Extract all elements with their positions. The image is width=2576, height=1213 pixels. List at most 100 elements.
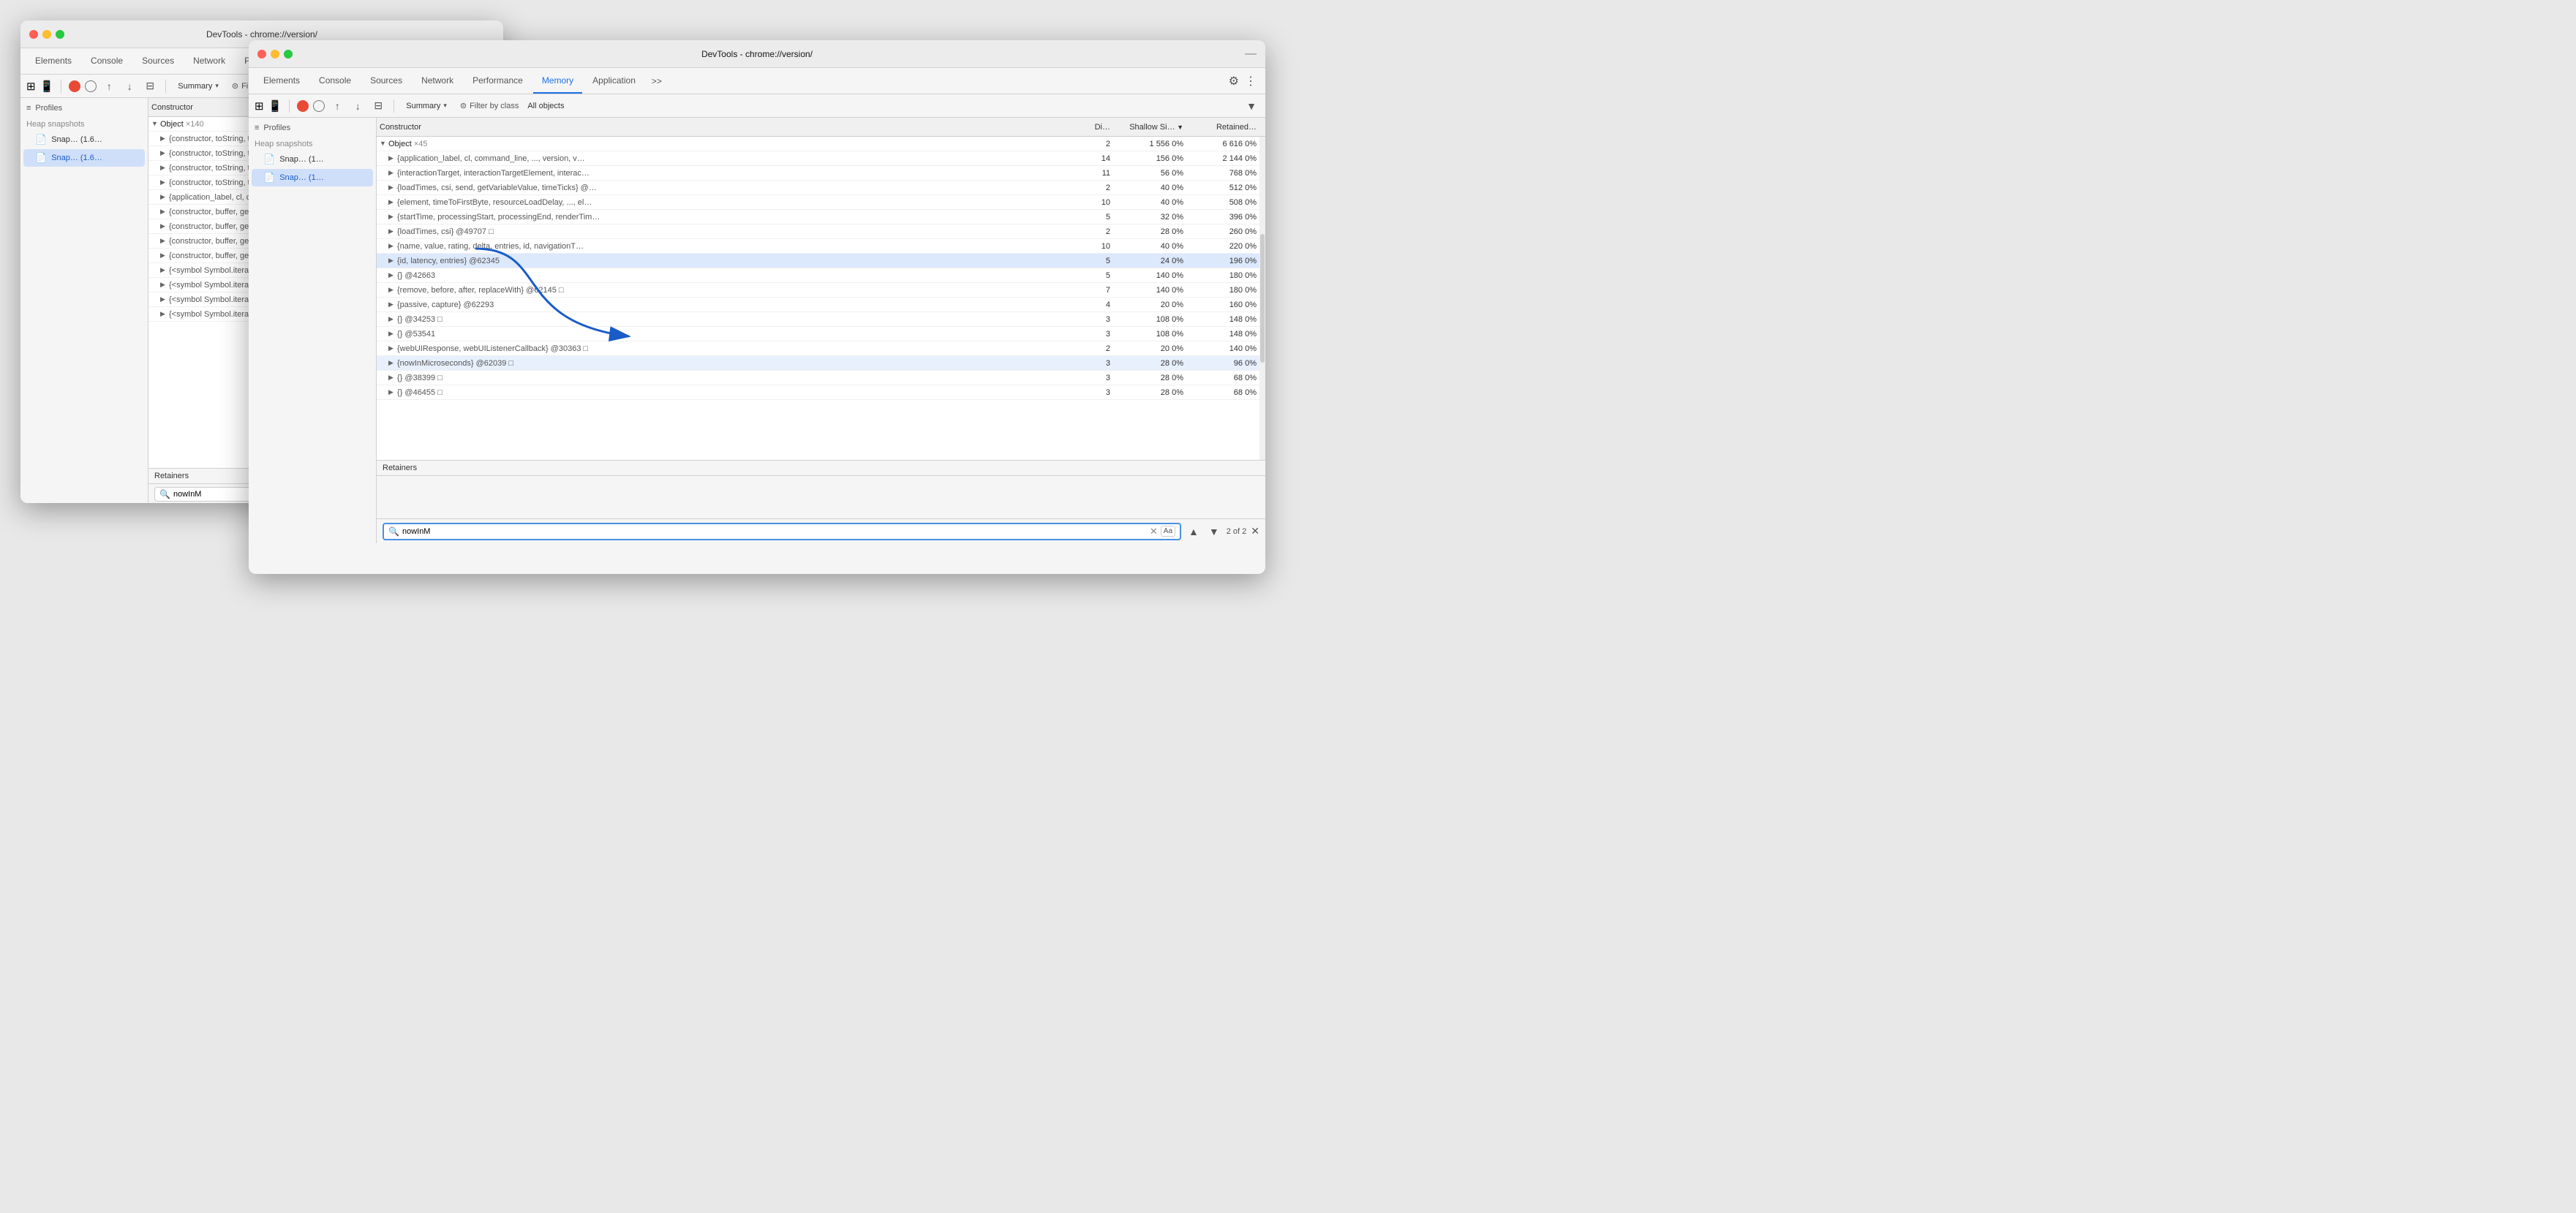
tab-network-1[interactable]: Network [184, 48, 234, 74]
tri-1[interactable] [160, 135, 169, 143]
scrollbar-thumb-2[interactable] [1260, 234, 1265, 363]
stop-button-1[interactable] [69, 80, 80, 92]
match-case-btn-2[interactable]: Aa [1161, 526, 1175, 537]
data-row-12[interactable]: {} @53541 3 108 0% 148 0% [377, 327, 1265, 341]
tab-sources-1[interactable]: Sources [133, 48, 183, 74]
search-prev-btn-2[interactable]: ▲ [1186, 524, 1202, 539]
tri-d6[interactable] [388, 242, 397, 250]
snap1-item-2[interactable]: 📄 Snap… (1… [252, 151, 373, 168]
expand-btn-2[interactable]: ▼ [1243, 98, 1259, 114]
tri-d13[interactable] [388, 344, 397, 352]
data-row-0[interactable]: {application_label, cl, command_line, ..… [377, 151, 1265, 166]
close-search-btn-2[interactable]: ✕ [1251, 525, 1259, 537]
close-button-1[interactable] [29, 30, 38, 39]
data-row-8[interactable]: {} @42663 5 140 0% 180 0% [377, 268, 1265, 283]
tri-7[interactable] [160, 222, 169, 230]
download-btn-1[interactable]: ↓ [121, 78, 138, 94]
close-button-2[interactable] [257, 50, 266, 58]
upload-btn-2[interactable]: ↑ [329, 98, 345, 114]
object-main-row-2[interactable]: Object ×45 2 1 556 0% 6 616 0% [377, 137, 1265, 151]
data-row-10[interactable]: {passive, capture} @62293 4 20 0% 160 0% [377, 298, 1265, 312]
tri-5[interactable] [160, 193, 169, 201]
tri-4[interactable] [160, 178, 169, 186]
device-icon-1[interactable]: 📱 [40, 80, 54, 93]
snap1-item-1[interactable]: 📄 Snap… (1.6… [23, 131, 145, 148]
tri-10[interactable] [160, 266, 169, 274]
data-row-3[interactable]: {element, timeToFirstByte, resourceLoadD… [377, 195, 1265, 210]
maximize-button-2[interactable] [284, 50, 293, 58]
device-icon-2[interactable]: 📱 [268, 99, 282, 113]
all-objects-btn-2[interactable]: All objects [527, 102, 564, 110]
tri-d15[interactable] [388, 374, 397, 382]
data-row-6[interactable]: {name, value, rating, delta, entries, id… [377, 239, 1265, 254]
customize-icon-1[interactable]: ⊞ [26, 80, 36, 93]
tri-d4[interactable] [388, 213, 397, 221]
tri-d11[interactable] [388, 315, 397, 323]
tri-d2[interactable] [388, 184, 397, 192]
tri-3[interactable] [160, 164, 169, 172]
summary-dropdown-2[interactable]: Summary ▾ [402, 100, 451, 112]
tri-d5[interactable] [388, 227, 397, 235]
tab-elements-1[interactable]: Elements [26, 48, 80, 74]
tri-d16[interactable] [388, 388, 397, 396]
tri-d10[interactable] [388, 301, 397, 309]
summary-dropdown-1[interactable]: Summary ▾ [173, 80, 223, 92]
search-input-wrap-2[interactable]: 🔍 ✕ Aa [383, 523, 1181, 540]
maximize-button-1[interactable] [56, 30, 64, 39]
data-row-7[interactable]: {id, latency, entries} @62345 5 24 0% 19… [377, 254, 1265, 268]
tri-d7[interactable] [388, 257, 397, 265]
tri-2[interactable] [160, 149, 169, 157]
tri-d9[interactable] [388, 286, 397, 294]
tri-d3[interactable] [388, 198, 397, 206]
data-row-11[interactable]: {} @34253 □ 3 108 0% 148 0% [377, 312, 1265, 327]
expand-obj-1[interactable] [151, 120, 160, 128]
download-btn-2[interactable]: ↓ [350, 98, 366, 114]
data-row-2[interactable]: {loadTimes, csi, send, getVariableValue,… [377, 181, 1265, 195]
tab-elements-2[interactable]: Elements [255, 68, 309, 94]
tab-console-2[interactable]: Console [310, 68, 360, 94]
upload-btn-1[interactable]: ↑ [101, 78, 117, 94]
minimize-button-2[interactable] [271, 50, 279, 58]
data-row-16[interactable]: {} @46455 □ 3 28 0% 68 0% [377, 385, 1265, 400]
tri-11[interactable] [160, 281, 169, 289]
tri-d8[interactable] [388, 271, 397, 279]
tri-6[interactable] [160, 208, 169, 216]
settings-icon-2[interactable]: ⚙ [1229, 74, 1239, 88]
grid-btn-2[interactable]: ⊟ [370, 98, 386, 114]
filter-btn-2[interactable]: ⊜ Filter by class [456, 99, 523, 112]
data-row-14[interactable]: {nowInMicroseconds} @62039 □ 3 28 0% 96 … [377, 356, 1265, 371]
tri-d1[interactable] [388, 169, 397, 177]
col-shallow-header-2[interactable]: Shallow Si… [1116, 123, 1189, 132]
data-row-1[interactable]: {interactionTarget, interactionTargetEle… [377, 166, 1265, 181]
more-icon-2[interactable]: ⋮ [1245, 74, 1257, 88]
data-row-4[interactable]: {startTime, processingStart, processingE… [377, 210, 1265, 224]
search-input-2[interactable] [402, 527, 1147, 536]
minimize-button-1[interactable] [42, 30, 51, 39]
data-row-5[interactable]: {loadTimes, csi} @49707 □ 2 28 0% 260 0% [377, 224, 1265, 239]
data-row-9[interactable]: {remove, before, after, replaceWith} @62… [377, 283, 1265, 298]
expand-obj-2[interactable] [380, 140, 388, 148]
customize-icon-2[interactable]: ⊞ [255, 99, 264, 113]
search-next-btn-2[interactable]: ▼ [1206, 524, 1222, 539]
tri-d12[interactable] [388, 330, 397, 338]
circle-btn-1[interactable] [85, 80, 97, 92]
tab-console-1[interactable]: Console [82, 48, 132, 74]
tab-sources-2[interactable]: Sources [361, 68, 411, 94]
snap2-item-2[interactable]: 📄 Snap… (1… [252, 169, 373, 186]
tab-application-2[interactable]: Application [584, 68, 644, 94]
tri-9[interactable] [160, 252, 169, 260]
minimize-icon-2[interactable]: — [1245, 48, 1257, 60]
data-row-15[interactable]: {} @38399 □ 3 28 0% 68 0% [377, 371, 1265, 385]
tri-8[interactable] [160, 237, 169, 245]
clear-search-btn-2[interactable]: ✕ [1150, 526, 1158, 537]
tri-13[interactable] [160, 310, 169, 318]
col-retained-header-2[interactable]: Retained… [1189, 123, 1262, 132]
stop-button-2[interactable] [297, 100, 309, 112]
data-row-13[interactable]: {webUIResponse, webUIListenerCallback} @… [377, 341, 1265, 356]
scrollbar-track-2[interactable] [1259, 137, 1265, 460]
snap2-item-1[interactable]: 📄 Snap… (1.6… [23, 149, 145, 167]
constructor-table-2[interactable]: Object ×45 2 1 556 0% 6 616 0% {applicat… [377, 137, 1265, 460]
tri-d0[interactable] [388, 154, 397, 162]
tab-more-2[interactable]: >> [646, 68, 668, 94]
tab-network-2[interactable]: Network [413, 68, 462, 94]
